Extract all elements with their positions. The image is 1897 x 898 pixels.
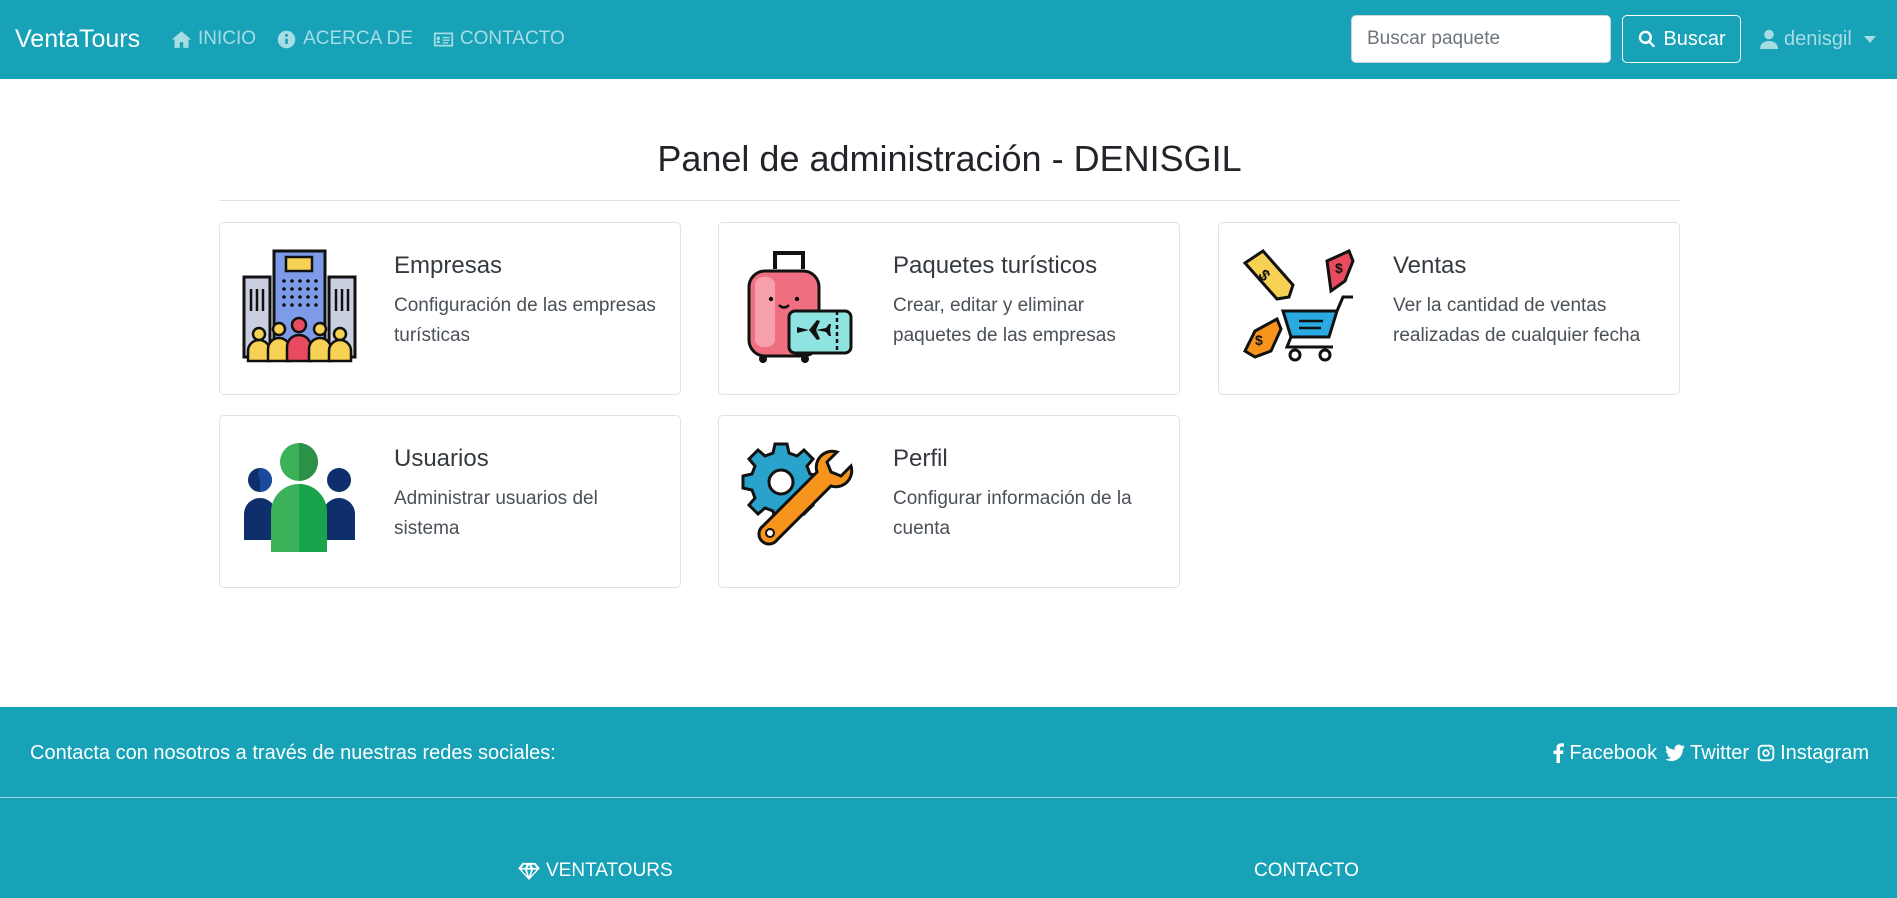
nav-links: INICIO ACERCA DE CONTACTO [171, 26, 565, 52]
title-divider [219, 200, 1680, 201]
card-perfil[interactable]: Perfil Configurar información de la cuen… [718, 415, 1180, 588]
footer-heading-contacto: CONTACTO [1254, 859, 1359, 883]
nav-link-label: INICIO [198, 28, 257, 49]
card-text: Administrar usuarios del sistema [394, 488, 598, 539]
search-button[interactable]: Buscar [1622, 15, 1741, 63]
footer: Contacta con nosotros a través de nuestr… [0, 707, 1897, 898]
nav-link-label: ACERCA DE [303, 28, 413, 49]
footer-divider [0, 797, 1897, 798]
info-circle-icon [277, 30, 296, 48]
card-title: Empresas [394, 252, 503, 279]
social-link-label: Instagram [1780, 742, 1869, 764]
svg-text:$: $ [1335, 260, 1343, 276]
card-usuarios[interactable]: Usuarios Administrar usuarios del sistem… [219, 415, 681, 588]
search-icon [1639, 30, 1656, 48]
card-text: Ver la cantidad de ventas realizadas de … [1393, 295, 1641, 346]
facebook-icon [1553, 743, 1565, 763]
twitter-icon [1665, 744, 1686, 761]
facebook-link[interactable]: Facebook [1552, 740, 1657, 766]
svg-text:$: $ [1255, 332, 1263, 348]
search-button-label: Buscar [1663, 27, 1726, 50]
instagram-icon [1757, 744, 1775, 762]
suitcase-ticket-icon [747, 251, 853, 363]
card-title: Perfil [893, 445, 948, 472]
gem-icon [518, 862, 540, 880]
social-link-label: Twitter [1690, 742, 1750, 764]
footer-heading-ventatours: VENTATOURS [518, 859, 673, 883]
card-paquetes-turisticos[interactable]: Paquetes turísticos Crear, editar y elim… [718, 222, 1180, 395]
footer-heading-label: CONTACTO [1254, 860, 1359, 881]
search-input[interactable] [1351, 15, 1611, 63]
nav-link-acerca-de[interactable]: ACERCA DE [276, 26, 413, 52]
card-text: Crear, editar y eliminar paquetes de las… [893, 295, 1116, 346]
footer-heading-label: VENTATOURS [546, 860, 673, 881]
user-icon [1760, 29, 1778, 49]
social-links: Facebook Twitter Instagram [1552, 740, 1869, 766]
buildings-people-icon [242, 249, 357, 363]
page-title: Panel de administración - DENISGIL [657, 138, 1242, 179]
card-text: Configurar información de la cuenta [893, 488, 1132, 539]
card-text: Configuración de las empresas turísticas [394, 295, 656, 346]
nav-link-contacto[interactable]: CONTACTO [433, 26, 565, 52]
user-dropdown[interactable]: denisgil [1760, 26, 1876, 52]
nav-link-inicio[interactable]: INICIO [171, 26, 256, 52]
gear-wrench-icon [741, 442, 854, 546]
card-title: Ventas [1393, 252, 1467, 279]
social-link-label: Facebook [1569, 742, 1658, 764]
home-icon [171, 30, 192, 48]
users-group-icon [244, 443, 355, 552]
twitter-link[interactable]: Twitter [1665, 740, 1749, 766]
footer-contact-text: Contacta con nosotros a través de nuestr… [30, 742, 556, 764]
navbar: VentaTours INICIO ACERCA DE CONTACTO Bus… [0, 0, 1897, 79]
nav-link-label: CONTACTO [459, 28, 565, 49]
user-name: denisgil [1784, 28, 1852, 50]
brand-logo-link[interactable]: VentaTours [15, 24, 140, 54]
card-title: Usuarios [394, 445, 489, 472]
card-empresas[interactable]: Empresas Configuración de las empresas t… [219, 222, 681, 395]
chevron-down-icon [1863, 35, 1876, 43]
id-card-icon [433, 32, 453, 46]
shopping-cart-tags-icon: $ $ $ [1242, 249, 1355, 362]
instagram-link[interactable]: Instagram [1757, 740, 1869, 766]
card-title: Paquetes turísticos [893, 252, 1098, 279]
card-ventas[interactable]: $ $ $ Ventas Ver la cantidad de ventas r… [1218, 222, 1680, 395]
